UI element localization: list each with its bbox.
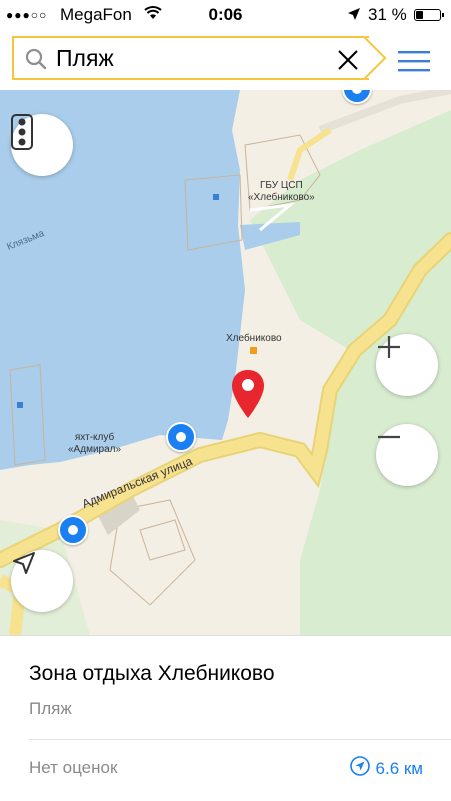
clear-search-icon[interactable] (335, 47, 361, 73)
beach-poi-pin[interactable] (58, 515, 88, 545)
search-icon (24, 47, 48, 71)
beach-poi-pin[interactable] (166, 422, 196, 452)
distance-value: 6.6 км (375, 758, 423, 778)
map-label-gbu: ГБУ ЦСП «Хлебниково» (248, 180, 315, 203)
traffic-button[interactable] (11, 114, 73, 176)
search-input[interactable]: Пляж (12, 36, 369, 80)
zoom-out-button[interactable] (376, 424, 438, 486)
map-view[interactable]: ГБУ ЦСП «Хлебниково» Клязьма Хлебниково я… (0, 90, 451, 635)
place-card[interactable]: Зона отдыха Хлебниково Пляж Нет оценок 6… (0, 635, 451, 801)
divider (29, 739, 451, 740)
search-query: Пляж (56, 45, 114, 71)
route-arrow-icon (349, 756, 370, 781)
menu-icon[interactable] (398, 50, 430, 72)
route-distance-button[interactable]: 6.6 км (349, 756, 423, 781)
battery-percentage: 31 % (368, 5, 407, 24)
map-label-village: Хлебниково (226, 333, 282, 344)
place-rating: Нет оценок (29, 758, 118, 777)
place-title: Зона отдыха Хлебниково (29, 662, 275, 685)
search-bar: Пляж (0, 30, 451, 90)
my-location-button[interactable] (11, 550, 73, 612)
map-label-yacht-club: яхт-клуб «Адмирал» (68, 432, 122, 455)
battery-icon (414, 9, 444, 21)
status-bar: ●●●○○ MegaFon 0:06 31 % (0, 0, 451, 30)
place-category: Пляж (29, 699, 72, 718)
zoom-in-button[interactable] (376, 334, 438, 396)
location-arrow-icon (347, 6, 361, 26)
